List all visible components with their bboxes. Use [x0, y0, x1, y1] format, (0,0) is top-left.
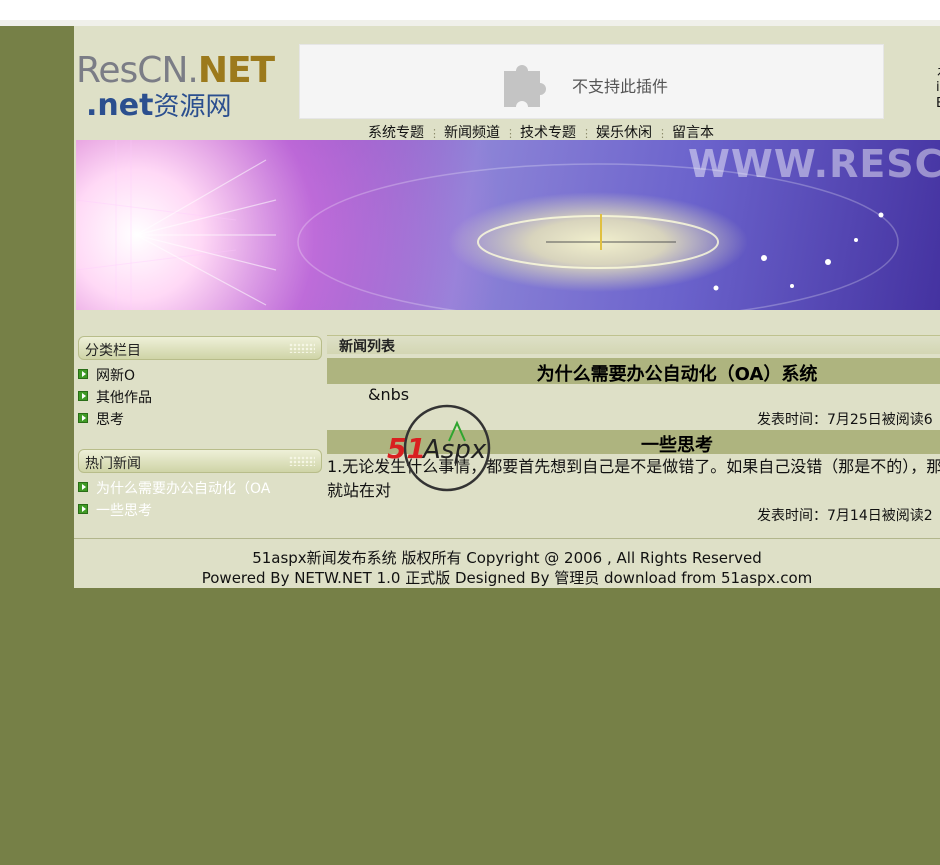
- plugin-message: 不支持此插件: [572, 77, 669, 96]
- grip-dots-icon: [289, 456, 315, 466]
- arrow-bullet-icon: [78, 369, 88, 379]
- logo-line-2: .net资源网: [86, 88, 232, 123]
- article-meta: 发表时间：7月14日被阅读2: [757, 508, 933, 524]
- categories-title: 分类栏目: [85, 343, 141, 359]
- list-item[interactable]: 思考: [78, 409, 322, 431]
- watermark-text-51: 51: [387, 432, 426, 465]
- top-white-strip: [0, 0, 940, 20]
- site-logo[interactable]: ResCN.NET .net资源网: [76, 50, 298, 123]
- categories-header: 分类栏目: [78, 336, 322, 360]
- header-banner: WWW.RESCN.: [76, 140, 940, 310]
- article-meta: 发表时间：7月25日被阅读6: [757, 412, 933, 428]
- hot-news-list: 为什么需要办公自动化（OA 一些思考: [78, 478, 322, 522]
- hot-news-link[interactable]: 一些思考: [96, 500, 152, 520]
- nav-separator: ⋮: [505, 127, 516, 140]
- footer-divider: [74, 538, 940, 539]
- nav-item-guestbook[interactable]: 留言本: [672, 125, 714, 141]
- list-item[interactable]: 为什么需要办公自动化（OA: [78, 478, 322, 500]
- list-item[interactable]: 一些思考: [78, 500, 322, 522]
- nav-separator: ⋮: [429, 127, 440, 140]
- article-snippet: &nbs: [368, 385, 410, 404]
- grip-dots-icon: [289, 343, 315, 353]
- watermark-text-aspx: Aspx: [421, 435, 487, 465]
- categories-list: 网新O 其他作品 思考: [78, 365, 322, 431]
- article-title-link[interactable]: 为什么需要办公自动化（OA）系统: [327, 360, 940, 386]
- hot-news-header: 热门新闻: [78, 449, 322, 473]
- sidebar: 分类栏目 网新O 其他作品 思考 热门新闻 为什么需要办公自动化（OA 一些思考: [78, 336, 322, 522]
- footer: 51aspx新闻发布系统 版权所有 Copyright @ 2006 , All…: [74, 548, 940, 588]
- list-item[interactable]: 网新O: [78, 365, 322, 387]
- list-item[interactable]: 其他作品: [78, 387, 322, 409]
- 51aspx-watermark-logo: 51 Aspx: [387, 404, 491, 492]
- news-list-header: 新闻列表: [327, 335, 940, 355]
- copyright-text: 51aspx新闻发布系统 版权所有 Copyright @ 2006 , All…: [252, 549, 762, 567]
- nav-item-news-channel[interactable]: 新闻频道: [444, 125, 500, 141]
- logo-line-1: ResCN.NET: [76, 50, 275, 91]
- category-link[interactable]: 网新O: [96, 365, 135, 385]
- arrow-bullet-icon: [78, 391, 88, 401]
- article-title-bar: 为什么需要办公自动化（OA）系统: [327, 358, 940, 386]
- powered-by-text: Powered By NETW.NET 1.0 正式版 Designed By …: [201, 569, 813, 587]
- arrow-bullet-icon: [78, 482, 88, 492]
- banner-watermark: WWW.RESCN.: [688, 142, 940, 186]
- news-list-panel: 新闻列表 为什么需要办公自动化（OA）系统 &nbs 发表时间：7月25日被阅读…: [327, 335, 940, 524]
- nav-separator: ⋮: [581, 127, 592, 140]
- news-list-title: 新闻列表: [339, 339, 395, 355]
- nav-separator: ⋮: [657, 127, 668, 140]
- page-container: ResCN.NET .net资源网 不支持此插件 えiB 系统专题 ⋮ 新闻频道 ⋮ 技…: [74, 26, 940, 588]
- clipped-right-text: えiB: [936, 64, 940, 111]
- category-link[interactable]: 思考: [96, 409, 124, 429]
- arrow-bullet-icon: [78, 413, 88, 423]
- nav-item-tech-topics[interactable]: 技术专题: [520, 125, 576, 141]
- nav-item-system-topics[interactable]: 系统专题: [368, 125, 424, 141]
- nav-item-entertainment[interactable]: 娱乐休闲: [596, 125, 652, 141]
- hot-news-link[interactable]: 为什么需要办公自动化（OA: [96, 478, 270, 498]
- category-link[interactable]: 其他作品: [96, 387, 152, 407]
- main-nav: 系统专题 ⋮ 新闻频道 ⋮ 技术专题 ⋮ 娱乐休闲 ⋮ 留言本: [368, 122, 714, 141]
- puzzle-icon: [504, 65, 546, 107]
- hot-news-title: 热门新闻: [85, 456, 141, 472]
- plugin-placeholder: 不支持此插件: [299, 44, 884, 119]
- arrow-bullet-icon: [78, 504, 88, 514]
